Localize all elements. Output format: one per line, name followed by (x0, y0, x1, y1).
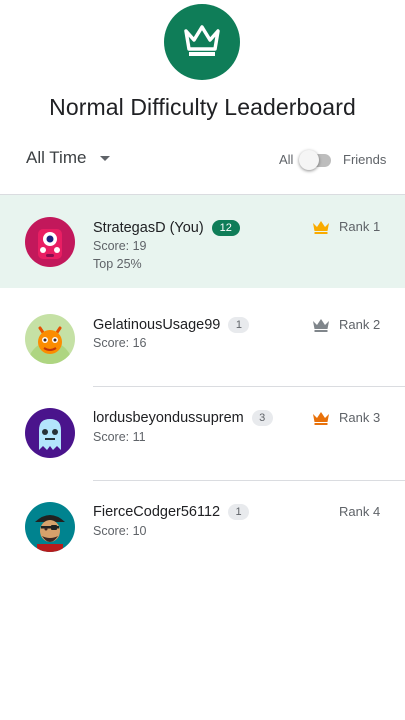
page-title: Normal Difficulty Leaderboard (49, 94, 356, 120)
leaderboard-row[interactable]: FierceCodger56112 1 Score: 10 Rank 4 (0, 481, 405, 574)
level-badge: 1 (228, 504, 250, 520)
player-name-line: GelatinousUsage99 1 (93, 317, 250, 333)
toggle-all-label: All (279, 152, 294, 167)
leaderboard-badge (164, 4, 240, 80)
toggle-friends-label: Friends (343, 152, 387, 167)
gold-crown-icon (313, 220, 329, 234)
avatar (25, 217, 75, 267)
time-range-dropdown[interactable]: All Time (26, 148, 111, 168)
pink-monster-avatar (25, 217, 75, 267)
rank-text: Rank 2 (339, 317, 381, 332)
rank-text: Rank 4 (339, 504, 381, 519)
avatar (25, 408, 75, 458)
rank-text: Rank 3 (339, 410, 381, 425)
rank-label: Rank 1 (312, 219, 380, 234)
level-badge: 1 (228, 317, 250, 333)
level-badge: 3 (251, 410, 273, 426)
player-name-line: StrategasD (You) 12 (93, 220, 240, 236)
level-badge: 12 (211, 220, 240, 236)
leaderboard-row[interactable]: lordusbeyondussuprem 3 Score: 11 Rank 3 (0, 387, 405, 480)
crown-icon (184, 25, 220, 56)
player-name-line: lordusbeyondussuprem 3 (93, 410, 273, 426)
rank-label: Rank 4 (312, 504, 380, 519)
player-name: FierceCodger56112 (93, 504, 221, 520)
avatar (25, 502, 75, 552)
chevron-down-icon (100, 156, 111, 161)
rank-text: Rank 1 (339, 219, 381, 234)
leaderboard-row[interactable]: StrategasD (You) 12 Score: 19 Top 25% Ra… (0, 195, 405, 288)
all-friends-toggle[interactable] (299, 149, 333, 171)
player-score: Score: 19 (93, 239, 147, 253)
silver-crown-icon (313, 318, 329, 332)
player-score: Score: 11 (93, 430, 146, 444)
leaderboard-row[interactable]: GelatinousUsage99 1 Score: 16 Rank 2 (0, 293, 405, 386)
pirate-avatar (25, 502, 75, 552)
player-name: GelatinousUsage99 (93, 317, 221, 333)
ghost-avatar (25, 408, 75, 458)
bronze-crown-icon (313, 411, 329, 425)
rank-label: Rank 3 (312, 410, 380, 425)
player-name: StrategasD (You) (93, 220, 204, 236)
player-name: lordusbeyondussuprem (93, 410, 244, 426)
player-score: Score: 16 (93, 336, 147, 350)
player-score: Score: 10 (93, 524, 147, 538)
time-range-value: All Time (26, 148, 87, 167)
toggle-thumb (299, 150, 319, 170)
player-name-line: FierceCodger56112 1 (93, 504, 250, 520)
filter-bar: All Time All Friends (0, 144, 405, 174)
rank-label: Rank 2 (312, 317, 380, 332)
orange-dragon-avatar (25, 314, 75, 364)
avatar (25, 314, 75, 364)
player-percentile: Top 25% (93, 257, 142, 271)
